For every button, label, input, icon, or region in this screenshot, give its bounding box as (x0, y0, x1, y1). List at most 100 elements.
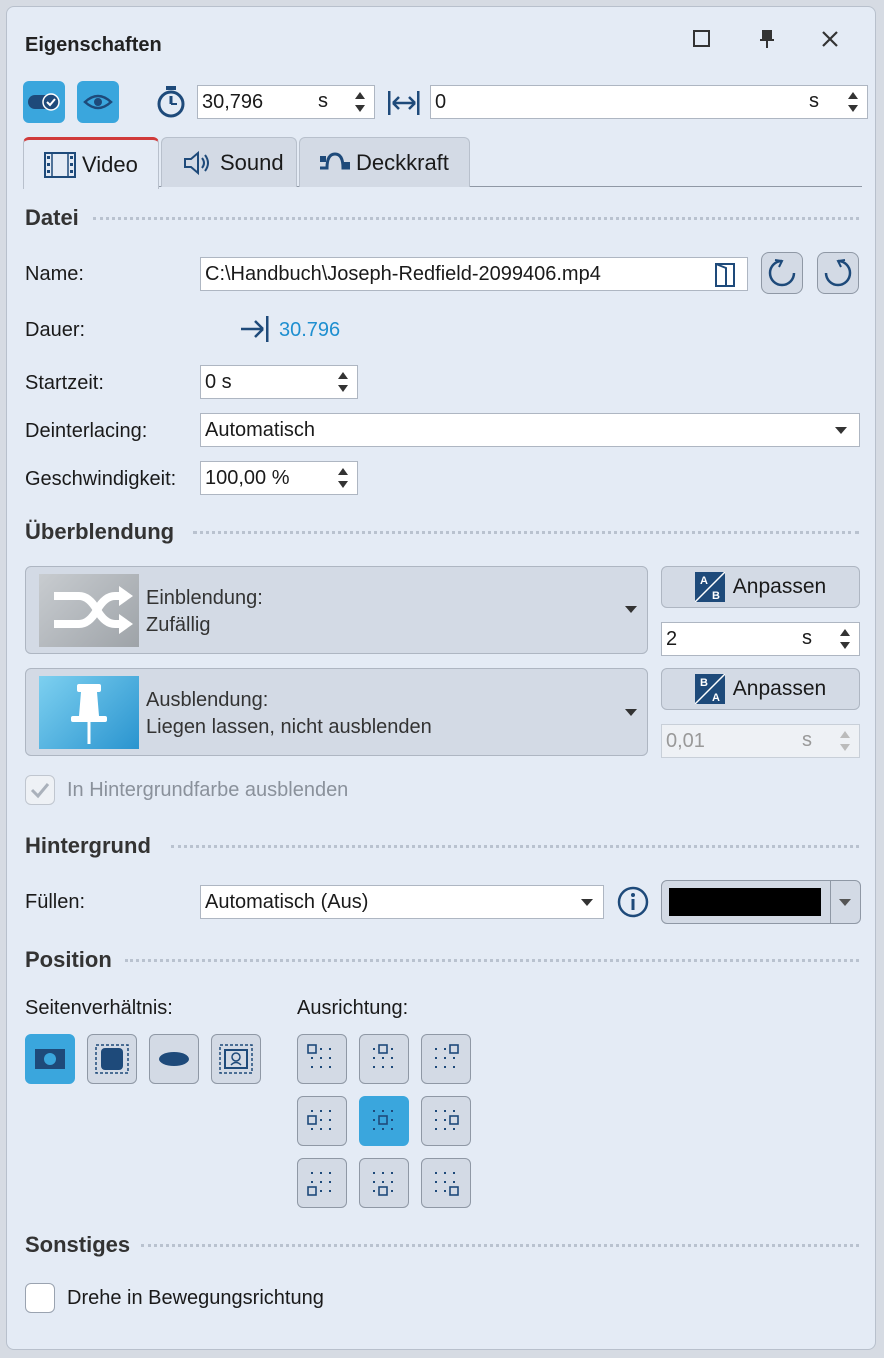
close-icon (822, 31, 838, 47)
chevron-down-icon (625, 606, 637, 613)
align-middle-left-icon (307, 1110, 331, 1130)
pushpin-transition-icon (39, 676, 139, 749)
align-top-right-button[interactable] (421, 1034, 471, 1084)
dauer-value: 30.796 (279, 319, 341, 341)
align-center-icon (373, 1110, 393, 1130)
random-transition-icon (39, 574, 139, 647)
color-picker[interactable] (661, 880, 861, 924)
duration-value: 30,796 (202, 90, 264, 113)
info-icon[interactable] (617, 886, 649, 918)
offset-value: 0 (435, 90, 447, 113)
deinterlacing-select[interactable]: Automatisch (200, 413, 860, 447)
startzeit-spinner[interactable] (337, 369, 349, 395)
rotate-left-icon (768, 259, 796, 287)
ausblendung-select[interactable]: Ausblendung: Liegen lassen, nicht ausble… (25, 668, 648, 756)
einblendung-duration-input[interactable]: 2 s (661, 622, 860, 656)
panel-title: Eigenschaften (25, 34, 162, 56)
film-icon (44, 151, 76, 178)
duration-input[interactable]: 30,796 s (197, 85, 375, 119)
toggle-active-button[interactable] (23, 81, 65, 123)
section-divider (171, 845, 859, 848)
section-position: Position (25, 947, 112, 972)
ba-transition-icon: BA (694, 674, 725, 704)
align-top-left-button[interactable] (297, 1034, 347, 1084)
properties-panel: Eigenschaften 30,796 s 0 s Video Sound D… (6, 6, 876, 1350)
align-middle-right-button[interactable] (421, 1096, 471, 1146)
tab-video[interactable]: Video (23, 137, 159, 189)
chevron-down-icon (835, 427, 847, 434)
geschwindigkeit-label: Geschwindigkeit: (25, 468, 177, 490)
einblendung-value: Zufällig (146, 614, 211, 636)
aspect-original-button[interactable] (211, 1034, 261, 1084)
geschwindigkeit-input[interactable]: 100,00 % (200, 461, 358, 495)
section-hintergrund: Hintergrund (25, 833, 151, 858)
filename-field[interactable]: C:\Handbuch\Joseph-Redfield-2099406.mp4 (200, 257, 748, 291)
divider (830, 881, 831, 923)
seitenverhaeltnis-label: Seitenverhältnis: (25, 997, 173, 1019)
offset-spinner[interactable] (847, 89, 859, 115)
align-top-center-button[interactable] (359, 1034, 409, 1084)
drehe-checkbox[interactable] (25, 1283, 55, 1313)
tab-sound[interactable]: Sound (161, 137, 297, 187)
aspect-original-icon (219, 1044, 253, 1074)
fuellen-select[interactable]: Automatisch (Aus) (200, 885, 604, 919)
einblendung-duration-value: 2 (666, 627, 678, 650)
tab-deckkraft[interactable]: Deckkraft (299, 137, 470, 187)
eye-icon (83, 94, 113, 110)
ausblendung-duration-value: 0,01 (666, 729, 705, 752)
visibility-button[interactable] (77, 81, 119, 123)
stopwatch-icon (155, 85, 187, 124)
svg-text:B: B (712, 590, 720, 602)
tab-deckkraft-label: Deckkraft (356, 149, 449, 175)
anpassen-label: Anpassen (732, 575, 827, 598)
align-bottom-right-button[interactable] (421, 1158, 471, 1208)
einblendung-spinner[interactable] (839, 626, 851, 652)
startzeit-input[interactable]: 0 s (200, 365, 358, 399)
filename-value: C:\Handbuch\Joseph-Redfield-2099406.mp4 (205, 262, 601, 285)
align-bottom-center-button[interactable] (359, 1158, 409, 1208)
geschwindigkeit-spinner[interactable] (337, 465, 349, 491)
close-button[interactable] (815, 24, 845, 54)
offset-input[interactable]: 0 s (430, 85, 868, 119)
offset-unit: s (809, 90, 819, 112)
align-middle-left-button[interactable] (297, 1096, 347, 1146)
align-bottom-center-icon (373, 1172, 393, 1196)
name-label: Name: (25, 263, 84, 285)
maximize-icon (693, 30, 710, 47)
open-folder-icon[interactable] (713, 262, 737, 288)
align-bottom-right-icon (435, 1172, 459, 1196)
rotate-left-button[interactable] (761, 252, 803, 294)
section-divider (125, 959, 859, 962)
width-arrows-icon (387, 89, 421, 122)
speaker-icon (184, 150, 209, 175)
duration-spinner[interactable] (354, 89, 366, 115)
section-divider (93, 217, 859, 220)
rotate-right-button[interactable] (817, 252, 859, 294)
svg-text:B: B (700, 677, 708, 689)
einblendung-select[interactable]: Einblendung: Zufällig (25, 566, 648, 654)
section-sonstiges: Sonstiges (25, 1232, 131, 1257)
ausblendung-spinner (839, 728, 851, 754)
aspect-fit-button[interactable] (25, 1034, 75, 1084)
aspect-fit-icon (35, 1049, 65, 1069)
anpassen-label: Anpassen (732, 677, 827, 700)
anpassen-aus-button[interactable]: BA Anpassen (661, 668, 860, 710)
align-center-button[interactable] (359, 1096, 409, 1146)
ausblendung-unit: s (802, 729, 812, 751)
drehe-label: Drehe in Bewegungsrichtung (67, 1287, 324, 1309)
align-bottom-left-button[interactable] (297, 1158, 347, 1208)
aspect-stretch-button[interactable] (149, 1034, 199, 1084)
hintergrundfarbe-checkbox[interactable] (25, 775, 55, 805)
check-icon (30, 783, 50, 799)
geschwindigkeit-value: 100,00 % (205, 466, 290, 489)
svg-text:A: A (700, 575, 708, 587)
align-bottom-left-icon (307, 1172, 331, 1196)
anpassen-ein-button[interactable]: AB Anpassen (661, 566, 860, 608)
aspect-fill-button[interactable] (87, 1034, 137, 1084)
ausblendung-duration-input: 0,01 s (661, 724, 860, 758)
pin-button[interactable] (752, 24, 782, 54)
align-top-left-icon (307, 1044, 331, 1068)
rotate-right-icon (824, 259, 852, 287)
align-top-center-icon (373, 1044, 393, 1068)
maximize-button[interactable] (687, 24, 717, 54)
